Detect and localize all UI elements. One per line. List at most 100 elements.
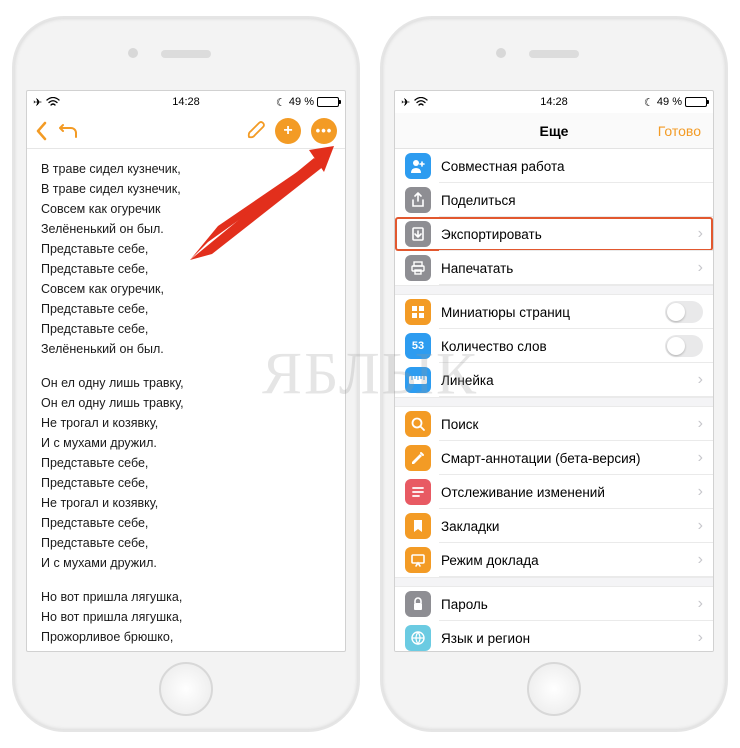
present-icon	[405, 547, 431, 573]
print-icon	[405, 255, 431, 281]
doc-line: Не трогал и козявку,	[41, 413, 331, 433]
battery-pct: 49 %	[289, 96, 314, 108]
toolbar: + •••	[27, 113, 345, 149]
menu-item-person-plus[interactable]: Совместная работа	[395, 149, 713, 183]
battery-icon	[685, 97, 707, 107]
doc-line: Представьте себе,	[41, 513, 331, 533]
doc-line: И съела кузнеца.	[41, 647, 331, 651]
menu-item-search[interactable]: Поиск›	[395, 407, 713, 441]
screen-right: ✈ 14:28 ☾ 49 % Еще Готово Совместная раб…	[394, 90, 714, 652]
menu-item-label: Совместная работа	[441, 159, 713, 174]
menu-item-count[interactable]: 53Количество слов	[395, 329, 713, 363]
track-icon	[405, 479, 431, 505]
thumbs-icon	[405, 299, 431, 325]
menu-item-print[interactable]: Напечатать›	[395, 251, 713, 285]
chevron-right-icon: ›	[698, 415, 713, 433]
doc-line: Он ел одну лишь травку,	[41, 393, 331, 413]
screen-left: ✈ 14:28 ☾ 49 %	[26, 90, 346, 652]
menu-item-globe[interactable]: Язык и регион›	[395, 621, 713, 651]
menu-item-label: Режим доклада	[441, 553, 698, 568]
stanza: Но вот пришла лягушка,Но вот пришла лягу…	[41, 587, 331, 651]
battery-pct: 49 %	[657, 96, 682, 108]
menu-item-ruler[interactable]: Линейка›	[395, 363, 713, 397]
menu-item-export[interactable]: Экспортировать›	[395, 217, 713, 251]
stanza: В траве сидел кузнечик,В траве сидел куз…	[41, 159, 331, 359]
moon-icon: ☾	[276, 96, 286, 109]
phone-left: ✈ 14:28 ☾ 49 %	[14, 18, 358, 730]
add-button[interactable]: +	[275, 118, 301, 144]
status-bar: ✈ 14:28 ☾ 49 %	[27, 91, 345, 113]
export-icon	[405, 221, 431, 247]
doc-line: И с мухами дружил.	[41, 433, 331, 453]
brush-icon[interactable]	[245, 121, 265, 141]
menu-item-lock[interactable]: Пароль›	[395, 587, 713, 621]
chevron-right-icon: ›	[698, 449, 713, 467]
chevron-right-icon: ›	[698, 259, 713, 277]
doc-line: Представьте себе,	[41, 259, 331, 279]
menu-item-label: Количество слов	[441, 339, 665, 354]
doc-line: Представьте себе,	[41, 533, 331, 553]
undo-icon[interactable]	[59, 123, 79, 139]
menu-item-label: Линейка	[441, 373, 698, 388]
menu-item-thumbs[interactable]: Миниатюры страниц	[395, 295, 713, 329]
doc-line: Представьте себе,	[41, 239, 331, 259]
annot-icon	[405, 445, 431, 471]
doc-line: Представьте себе,	[41, 473, 331, 493]
menu-item-label: Поиск	[441, 417, 698, 432]
globe-icon	[405, 625, 431, 651]
menu-list: Совместная работа Поделиться Экспортироват…	[395, 149, 713, 651]
doc-line: Не трогал и козявку,	[41, 493, 331, 513]
doc-line: Прожорливое брюшко,	[41, 627, 331, 647]
document-body[interactable]: В траве сидел кузнечик,В траве сидел куз…	[27, 149, 345, 651]
stanza: Он ел одну лишь травку,Он ел одну лишь т…	[41, 373, 331, 573]
group-separator	[395, 577, 713, 587]
chevron-right-icon: ›	[698, 551, 713, 569]
more-button[interactable]: •••	[311, 118, 337, 144]
menu-item-annot[interactable]: Смарт-аннотации (бета-версия)›	[395, 441, 713, 475]
menu-item-label: Закладки	[441, 519, 698, 534]
battery-icon	[317, 97, 339, 107]
toggle-switch[interactable]	[665, 335, 703, 357]
group-separator	[395, 285, 713, 295]
doc-line: Совсем как огуречик,	[41, 279, 331, 299]
doc-line: Совсем как огуречик	[41, 199, 331, 219]
menu-item-label: Напечатать	[441, 261, 698, 276]
nav-bar: Еще Готово	[395, 113, 713, 149]
menu-item-share[interactable]: Поделиться	[395, 183, 713, 217]
chevron-right-icon: ›	[698, 517, 713, 535]
wifi-icon	[414, 97, 428, 107]
bookmark-icon	[405, 513, 431, 539]
home-button[interactable]	[527, 662, 581, 716]
doc-line: В траве сидел кузнечик,	[41, 179, 331, 199]
doc-line: Представьте себе,	[41, 299, 331, 319]
status-bar: ✈ 14:28 ☾ 49 %	[395, 91, 713, 113]
phone-right: ✈ 14:28 ☾ 49 % Еще Готово Совместная раб…	[382, 18, 726, 730]
airplane-icon: ✈	[401, 96, 410, 109]
ruler-icon	[405, 367, 431, 393]
group-separator	[395, 397, 713, 407]
status-time: 14:28	[172, 96, 200, 108]
airplane-icon: ✈	[33, 96, 42, 109]
back-icon[interactable]	[35, 121, 49, 141]
menu-item-label: Миниатюры страниц	[441, 305, 665, 320]
chevron-right-icon: ›	[698, 595, 713, 613]
person-plus-icon	[405, 153, 431, 179]
status-time: 14:28	[540, 96, 568, 108]
menu-item-bookmark[interactable]: Закладки›	[395, 509, 713, 543]
doc-line: Представьте себе,	[41, 453, 331, 473]
menu-item-label: Отслеживание изменений	[441, 485, 698, 500]
doc-line: Но вот пришла лягушка,	[41, 587, 331, 607]
menu-item-label: Язык и регион	[441, 631, 698, 646]
chevron-right-icon: ›	[698, 483, 713, 501]
chevron-right-icon: ›	[698, 225, 713, 243]
toggle-switch[interactable]	[665, 301, 703, 323]
home-button[interactable]	[159, 662, 213, 716]
menu-item-label: Поделиться	[441, 193, 713, 208]
menu-item-track[interactable]: Отслеживание изменений›	[395, 475, 713, 509]
search-icon	[405, 411, 431, 437]
done-button[interactable]: Готово	[658, 123, 701, 139]
doc-line: Зелёненький он был.	[41, 219, 331, 239]
chevron-right-icon: ›	[698, 629, 713, 647]
doc-line: Он ел одну лишь травку,	[41, 373, 331, 393]
menu-item-present[interactable]: Режим доклада›	[395, 543, 713, 577]
